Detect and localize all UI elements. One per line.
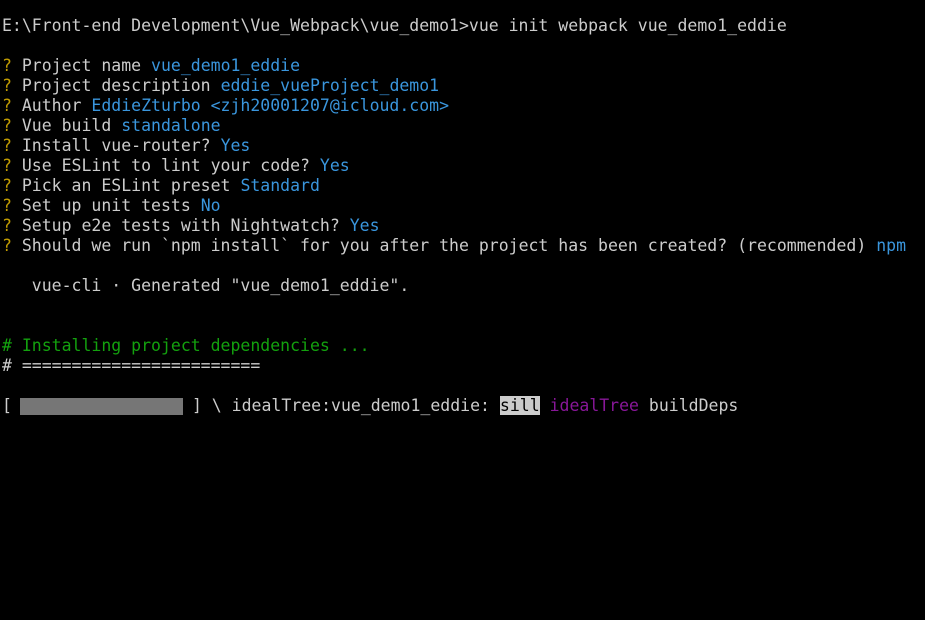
prompt-question: Install vue-router? xyxy=(21,136,211,155)
prompt-line-unit-tests: ? Set up unit tests No xyxy=(2,196,221,216)
question-mark-icon: ? xyxy=(2,196,12,215)
question-mark-icon: ? xyxy=(2,116,12,135)
prompt-question: Project name xyxy=(21,56,142,75)
prompt-answer: No xyxy=(200,196,221,215)
prompt-line-vue-build: ? Vue build standalone xyxy=(2,116,221,136)
hash-mark: # xyxy=(2,336,12,355)
question-mark-icon: ? xyxy=(2,76,12,95)
prompt-question: Vue build xyxy=(21,116,112,135)
progress-fill xyxy=(19,398,183,415)
prompt-answer: Standard xyxy=(240,176,320,195)
installing-text: Installing project dependencies ... xyxy=(21,336,370,355)
question-mark-icon: ? xyxy=(2,96,12,115)
prompt-question: Pick an ESLint preset xyxy=(21,176,231,195)
terminal-window[interactable]: E:\Front-end Development\Vue_Webpack\vue… xyxy=(0,0,925,419)
progress-line: [] \ idealTree:vue_demo1_eddie: sill ide… xyxy=(2,396,738,416)
prompt-line-project-name: ? Project name vue_demo1_eddie xyxy=(2,56,300,76)
shell-prompt: E:\Front-end Development\Vue_Webpack\vue… xyxy=(2,16,469,35)
prompt-question: Should we run `npm install` for you afte… xyxy=(21,236,867,255)
prompt-question: Set up unit tests xyxy=(21,196,191,215)
question-mark-icon: ? xyxy=(2,216,12,235)
prompt-line-e2e-tests: ? Setup e2e tests with Nightwatch? Yes xyxy=(2,216,380,236)
prompt-question: Use ESLint to lint your code? xyxy=(21,156,310,175)
prompt-line-eslint: ? Use ESLint to lint your code? Yes xyxy=(2,156,350,176)
separator-line: # ======================== xyxy=(2,356,261,375)
prompt-line-eslint-preset: ? Pick an ESLint preset Standard xyxy=(2,176,320,196)
generated-message: vue-cli · Generated "vue_demo1_eddie". xyxy=(2,276,410,295)
command-text: vue init webpack vue_demo1_eddie xyxy=(468,16,787,35)
command-line: E:\Front-end Development\Vue_Webpack\vue… xyxy=(2,16,787,36)
idealtree-label: idealTree xyxy=(549,396,639,415)
log-level-badge: sill xyxy=(499,396,540,415)
progress-bar xyxy=(11,396,192,416)
prompt-answer: Yes xyxy=(319,156,350,175)
prompt-line-npm-install: ? Should we run `npm install` for you af… xyxy=(2,236,906,256)
question-mark-icon: ? xyxy=(2,136,12,155)
prompt-line-vue-router: ? Install vue-router? Yes xyxy=(2,136,250,156)
question-mark-icon: ? xyxy=(2,156,12,175)
prompt-question: Setup e2e tests with Nightwatch? xyxy=(21,216,340,235)
prompt-answer: standalone xyxy=(121,116,221,135)
question-mark-icon: ? xyxy=(2,236,12,255)
prompt-answer: eddie_vueProject_demo1 xyxy=(220,76,440,95)
question-mark-icon: ? xyxy=(2,176,12,195)
prompt-line-author: ? Author EddieZturbo <zjh20001207@icloud… xyxy=(2,96,449,116)
progress-close-bracket: ] xyxy=(191,396,202,415)
prompt-answer: Yes xyxy=(349,216,380,235)
prompt-question: Author xyxy=(21,96,82,115)
build-deps-text: buildDeps xyxy=(648,396,739,415)
prompt-answer: vue_demo1_eddie xyxy=(151,56,301,75)
installing-message: # Installing project dependencies ... xyxy=(2,336,370,356)
spinner-status: \ idealTree:vue_demo1_eddie: xyxy=(201,396,500,415)
prompt-line-project-description: ? Project description eddie_vueProject_d… xyxy=(2,76,439,96)
prompt-answer: Yes xyxy=(220,136,251,155)
question-mark-icon: ? xyxy=(2,56,12,75)
prompt-question: Project description xyxy=(21,76,211,95)
prompt-answer: EddieZturbo <zjh20001207@icloud.com> xyxy=(91,96,450,115)
prompt-answer: npm xyxy=(876,236,907,255)
progress-open-bracket: [ xyxy=(2,396,12,415)
